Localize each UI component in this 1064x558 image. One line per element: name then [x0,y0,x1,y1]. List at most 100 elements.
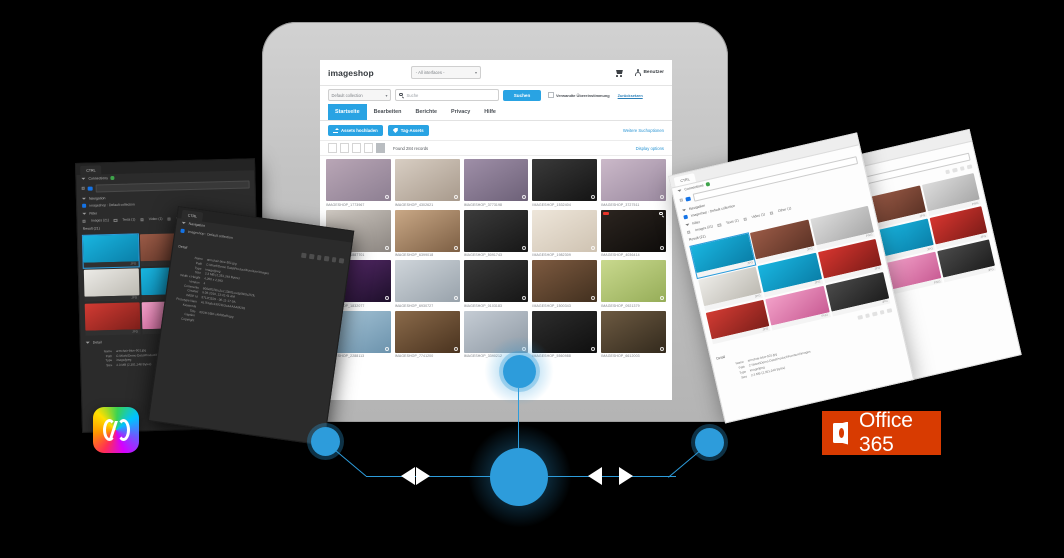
info-icon[interactable] [660,195,664,199]
asset-thumbnail[interactable] [463,209,529,252]
asset-thumbnail[interactable] [601,209,666,252]
checkbox-icon[interactable] [769,210,774,216]
asset-thumbnail[interactable] [394,310,460,353]
checkbox-icon[interactable] [167,217,171,221]
asset-thumbnail[interactable] [326,159,391,201]
search-button[interactable]: Suchen [503,89,541,101]
checkbox-icon[interactable] [82,219,86,223]
asset-thumbnail[interactable] [394,209,460,252]
toolbar-button-list-icon[interactable] [308,254,315,260]
node-top[interactable] [503,355,536,388]
asset-card[interactable]: IMAGESHOP_7741200 [394,310,460,358]
info-icon[interactable] [591,346,596,351]
asset-thumbnail[interactable] [601,260,666,302]
node-center[interactable] [490,448,548,506]
toolbar-button-grid-icon[interactable] [301,253,307,259]
asset-card[interactable]: IMAGESHOP_1500343 [532,260,598,308]
search-input[interactable]: Suche [395,89,499,101]
upload-assets-button[interactable]: Assets hochladen [328,125,383,136]
toolbar-button-sync-icon[interactable] [316,255,322,261]
zoom-icon[interactable] [659,211,664,217]
checkbox-icon[interactable] [679,198,684,203]
display-options-link[interactable]: Display options [636,146,664,151]
toolbar-button-sync-icon[interactable] [872,311,878,317]
toolbar-button-grid-icon[interactable] [944,168,951,175]
info-icon[interactable] [591,296,596,300]
info-icon[interactable] [384,245,389,250]
panel-asset-thumbnail[interactable] [84,302,141,331]
checkbox-icon[interactable] [717,223,722,228]
tab-bearbeiten[interactable]: Bearbeiten [367,104,409,120]
asset-card[interactable]: IMAGESHOP_0103183 [463,260,529,308]
asset-card[interactable]: IMAGESHOP_6930727 [394,260,460,308]
info-icon[interactable] [384,195,389,199]
user-menu[interactable]: Benutzer [634,69,664,76]
tag-assets-button[interactable]: Tag-Assets [387,125,429,136]
toolbar-button-link-icon[interactable] [879,309,886,316]
more-search-options-link[interactable]: Weitere Suchoptionen [623,128,664,133]
toolbar-button-list-icon[interactable] [864,313,871,319]
checkbox-icon[interactable] [81,186,86,191]
info-icon[interactable] [453,195,458,199]
asset-card[interactable]: IMAGESHOP_1532404 [532,159,598,207]
asset-card[interactable]: IMAGESHOP_6399018 [394,209,460,257]
cart-icon[interactable] [615,69,624,77]
asset-thumbnail[interactable] [532,209,598,252]
panel-asset-thumbnail[interactable] [82,234,139,263]
asset-card[interactable]: IMAGESHOP_1982309 [532,209,598,257]
asset-card[interactable]: IMAGESHOP_4036414 [601,209,666,257]
info-icon[interactable] [384,296,389,300]
panel-asset-card[interactable]: JPG [84,302,141,336]
toolbar-button-refresh-icon[interactable] [886,308,893,314]
toolbar-button-upload-icon[interactable] [339,258,345,264]
page-button-2[interactable] [340,143,349,153]
checkbox-icon[interactable] [743,217,748,222]
asset-thumbnail[interactable] [532,159,598,201]
toolbar-button-grid-icon[interactable] [857,314,863,321]
asset-thumbnail[interactable] [463,260,529,302]
app-logo[interactable]: imageshop [328,68,374,78]
asset-thumbnail[interactable] [394,260,460,302]
checkbox-icon[interactable] [140,217,144,222]
toolbar-button-list-icon[interactable] [952,167,958,173]
page-button-4[interactable] [364,143,373,153]
info-icon[interactable] [660,346,664,351]
asset-card[interactable]: IMAGESHOP_6612003 [601,310,666,358]
info-icon[interactable] [453,245,458,250]
tab-startseite[interactable]: Startseite [328,104,367,120]
info-icon[interactable] [522,245,527,250]
info-icon[interactable] [453,296,458,300]
toolbar-button-sync-icon[interactable] [959,165,966,172]
toolbar-button-link-icon[interactable] [966,163,973,170]
asset-card[interactable]: IMAGESHOP_3773198 [463,159,529,207]
connector-panel-dark-2[interactable]: CTRL Navigation imageshop : Default coll… [147,206,355,446]
asset-card[interactable]: IMAGESHOP_4302621 [394,159,460,207]
interface-select[interactable]: - All interfaces - ▾ [410,66,481,79]
collection-select[interactable]: Default collection ▾ [328,89,391,101]
reset-link[interactable]: Zurücksetzen [618,93,643,98]
asset-thumbnail[interactable] [463,159,529,201]
panel-asset-thumbnail[interactable] [83,268,140,297]
asset-thumbnail[interactable] [601,159,666,201]
checkbox-icon[interactable] [686,230,691,235]
page-button-3[interactable] [352,143,361,153]
asset-card[interactable]: IMAGESHOP_3727511 [601,159,666,207]
toolbar-button-refresh-icon[interactable] [331,257,337,263]
related-match-checkbox[interactable]: Verwandte Übereinstimmung [548,92,610,98]
page-button-1[interactable] [328,143,337,153]
info-icon[interactable] [522,195,527,199]
info-icon[interactable] [384,346,389,351]
info-icon[interactable] [660,245,664,250]
asset-card[interactable]: IMAGESHOP_5091743 [463,209,529,257]
toolbar-button-link-icon[interactable] [324,256,330,262]
info-icon[interactable] [591,195,596,199]
page-button-next[interactable] [376,143,385,153]
tab-hilfe[interactable]: Hilfe [477,104,503,120]
panel-asset-card[interactable]: JPG [81,233,140,269]
asset-thumbnail[interactable] [394,159,460,201]
asset-thumbnail[interactable] [601,310,666,353]
panel-tab[interactable]: CTRL [80,165,102,175]
panel-asset-card[interactable]: JPG [83,268,140,302]
info-icon[interactable] [522,296,527,300]
info-icon[interactable] [591,245,596,250]
